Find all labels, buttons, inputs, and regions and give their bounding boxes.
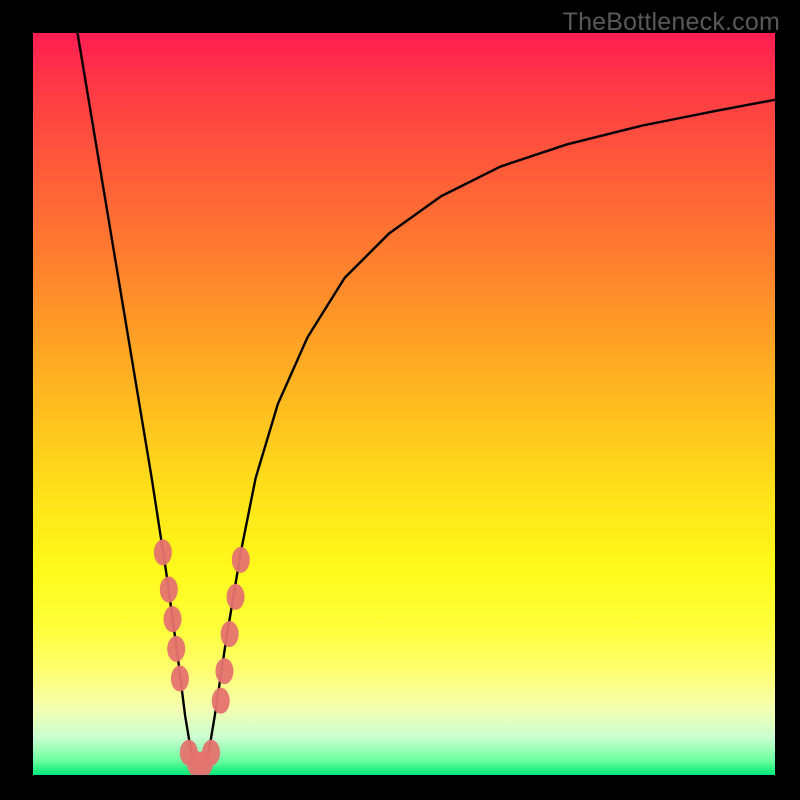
sample-marker [202,740,220,766]
chart-frame: TheBottleneck.com [0,0,800,800]
watermark-text: TheBottleneck.com [563,8,780,37]
sample-markers [154,539,250,775]
bottleneck-curve [78,33,775,775]
sample-marker [215,658,233,684]
sample-marker [154,539,172,565]
sample-marker [164,606,182,632]
sample-marker [167,636,185,662]
sample-marker [232,547,250,573]
bottleneck-curve-path [78,33,775,775]
sample-marker [160,577,178,603]
chart-overlay-svg [33,33,775,775]
sample-marker [221,621,239,647]
sample-marker [171,666,189,692]
sample-marker [227,584,245,610]
plot-area [33,33,775,775]
sample-marker [212,688,230,714]
